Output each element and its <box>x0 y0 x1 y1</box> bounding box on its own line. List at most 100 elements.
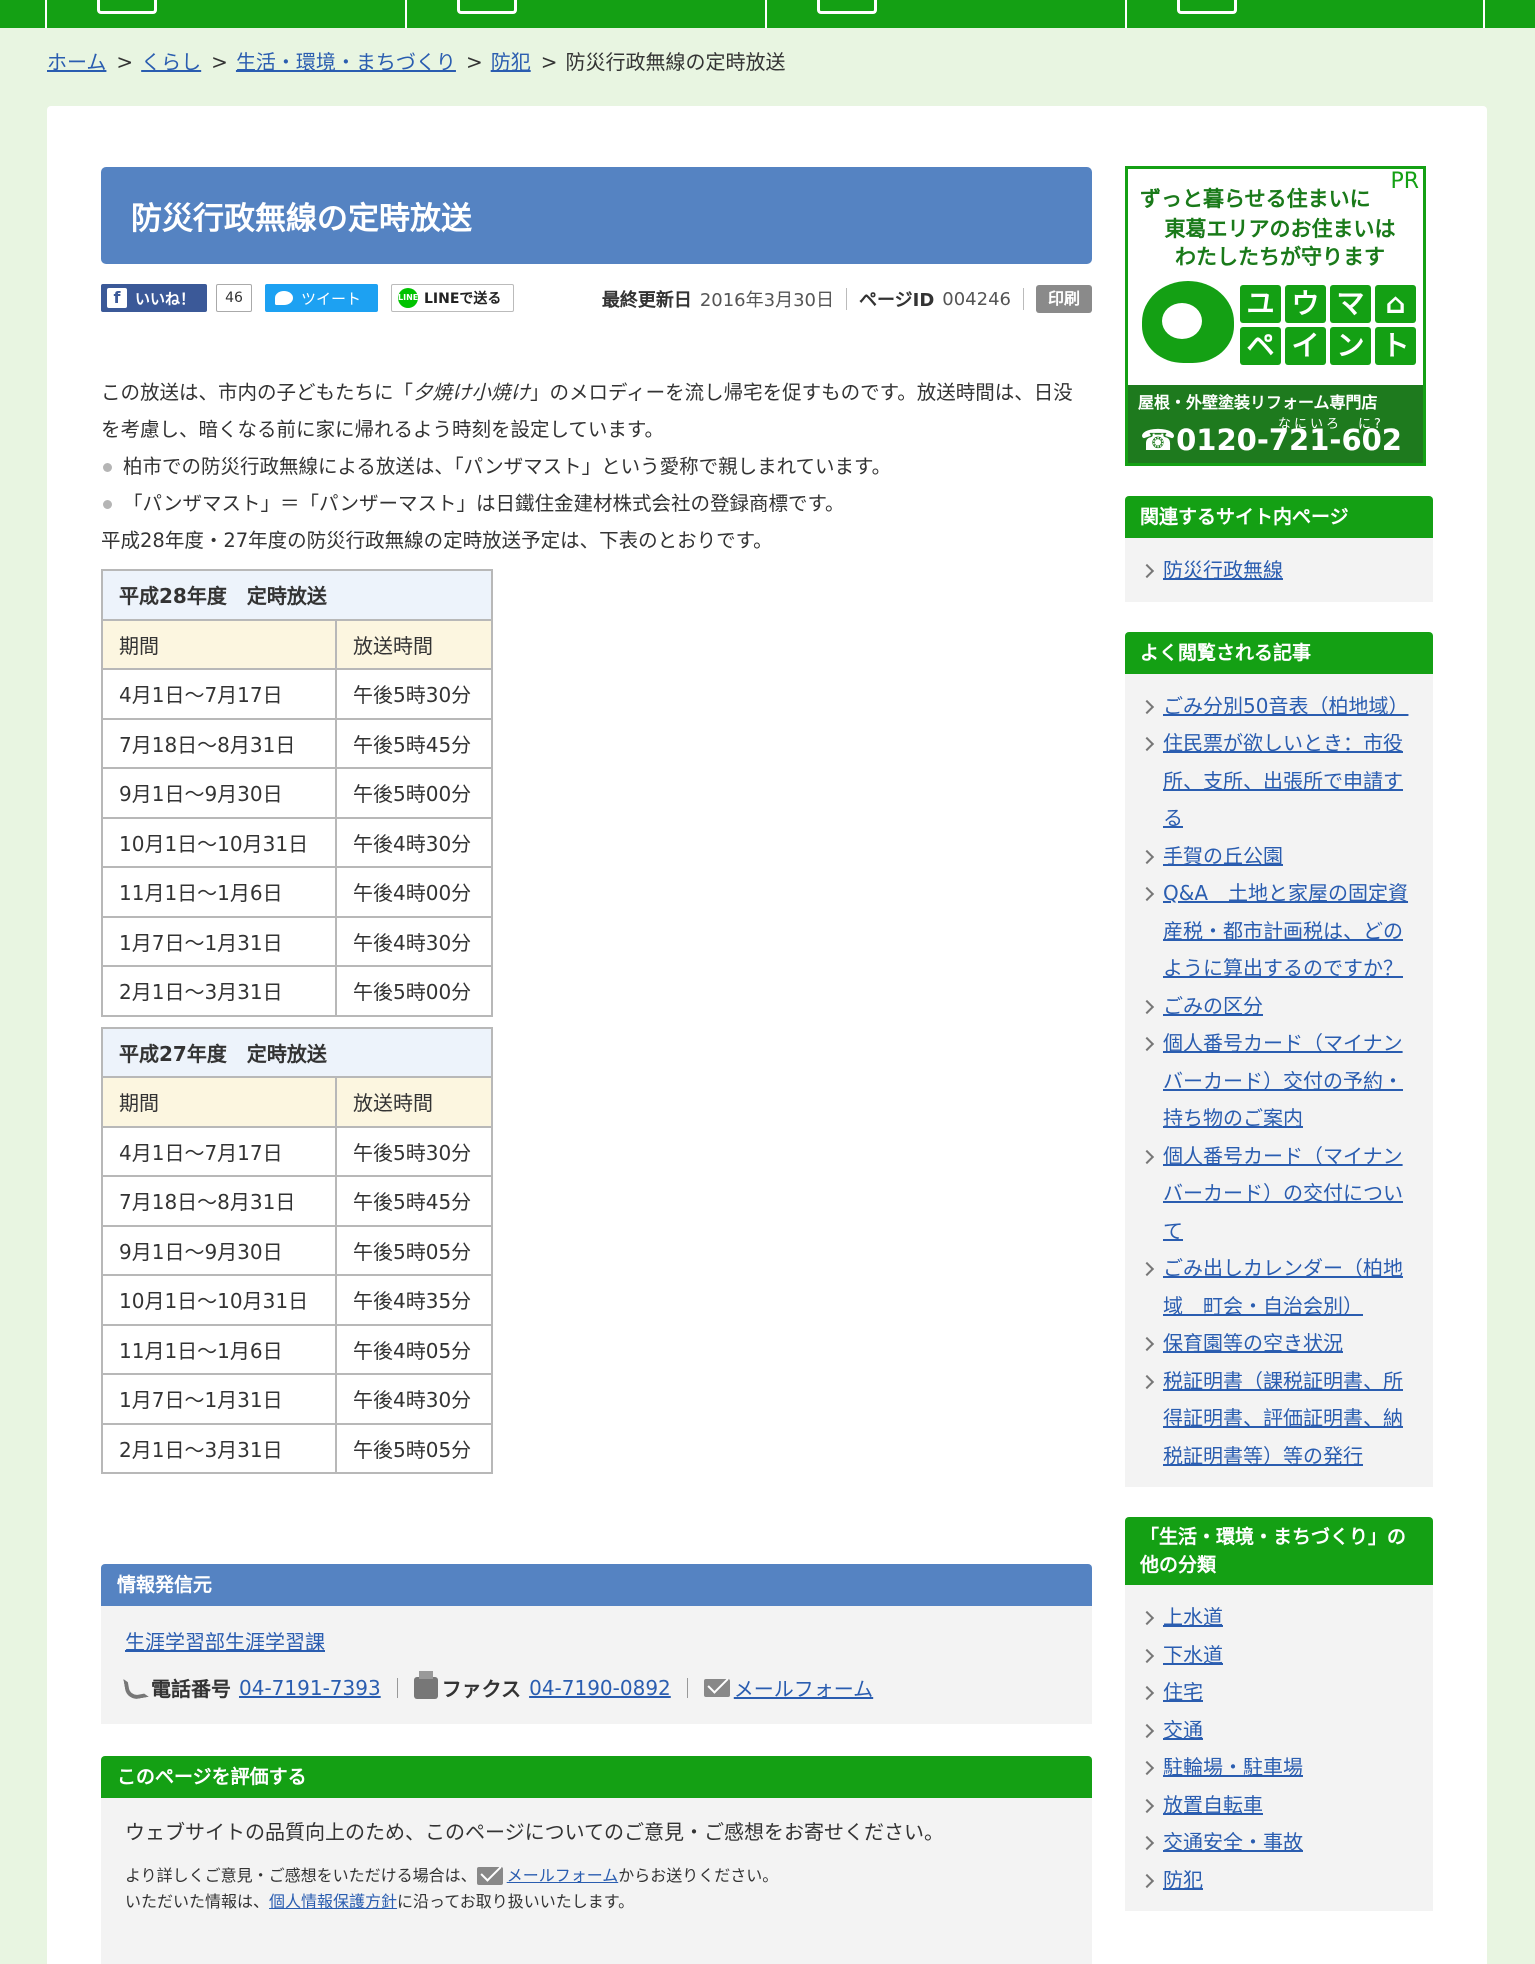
column-header-period: 期間 <box>101 1076 337 1128</box>
cell-time: 午後4時30分 <box>335 915 493 967</box>
breadcrumb-bouhan[interactable]: 防犯 <box>491 50 531 74</box>
list-item: 「パンザマスト」＝「パンザーマスト」は日鐵住金建材株式会社の登録商標です。 <box>101 485 1092 522</box>
popular-articles-list: ごみ分別50音表（柏地域） 住民票が欲しいとき：市役所、支所、出張所で申請する … <box>1125 673 1433 1487</box>
phone-icon <box>123 1674 149 1701</box>
category-link[interactable]: 駐輪場・駐車場 <box>1163 1755 1303 1779</box>
nav-cell-3[interactable] <box>765 0 1125 28</box>
popular-link[interactable]: 保育園等の空き状況 <box>1163 1331 1343 1355</box>
line-share-button[interactable]: LINE LINEで送る <box>391 284 514 312</box>
list-item: 住民票が欲しいとき：市役所、支所、出張所で申請する <box>1139 725 1419 838</box>
ad-subheadline-1: 東葛エリアのお住まいは <box>1164 217 1396 241</box>
cell-time: 午後5時45分 <box>335 1175 493 1227</box>
category-link[interactable]: 交通 <box>1163 1718 1203 1742</box>
nav-icon-3 <box>817 0 877 14</box>
evaluation-body: ウェブサイトの品質向上のため、このページについてのご意見・ご感想をお寄せください… <box>101 1798 1092 1964</box>
pageid-value: 004246 <box>942 288 1011 310</box>
ad-phone-number: ☎0120-721-602 <box>1140 423 1402 457</box>
contact-divider <box>686 1677 688 1698</box>
popular-articles-heading: よく閲覧される記事 <box>1125 631 1433 674</box>
cell-period: 7月18日～8月31日 <box>101 717 337 769</box>
list-item: 個人番号カード（マイナンバーカード）の交付について <box>1139 1138 1419 1251</box>
category-link[interactable]: 防犯 <box>1163 1868 1203 1892</box>
evaluation-heading: このページを評価する <box>101 1756 1092 1798</box>
popular-link[interactable]: 住民票が欲しいとき：市役所、支所、出張所で申請する <box>1163 731 1403 830</box>
cell-time: 午後5時45分 <box>335 717 493 769</box>
table-row: 7月18日～8月31日 午後5時45分 <box>101 717 493 769</box>
article-body: この放送は、市内の子どもたちに「夕焼け小焼け」のメロディーを流し帰宅を促すもので… <box>101 374 1092 559</box>
popular-link[interactable]: ごみ分別50音表（柏地域） <box>1163 694 1408 718</box>
mail-form-link[interactable]: メールフォーム <box>734 1673 873 1702</box>
page-meta: 最終更新日 2016年3月30日 ページID 004246 印刷 <box>602 284 1092 314</box>
line-share-label: LINEで送る <box>424 291 502 307</box>
breadcrumb-home[interactable]: ホーム <box>47 50 106 74</box>
contact-body: 生涯学習部生涯学習課 電話番号 04-7191-7393 ファクス 04-719… <box>101 1606 1092 1724</box>
breadcrumb-kurashi[interactable]: くらし <box>141 50 201 74</box>
phone-link[interactable]: 04-7191-7393 <box>239 1676 381 1700</box>
privacy-note: いただいた情報は、 個人情報保護方針 に沿ってお取り扱いいたします。 <box>125 1889 1068 1915</box>
popular-link[interactable]: 手賀の丘公園 <box>1163 844 1283 868</box>
list-item: ごみの区分 <box>1139 988 1419 1026</box>
share-row: f いいね！ 46 ツイート LINE LINEで送る 最終更新日 2016年3月30… <box>101 281 1092 315</box>
cell-time: 午後4時30分 <box>335 1373 493 1425</box>
brand-char: ン <box>1330 327 1371 365</box>
category-heading: 「生活・環境・まちづくり」の他の分類 <box>1125 1517 1433 1585</box>
cell-time: 午後5時05分 <box>335 1422 493 1474</box>
print-button[interactable]: 印刷 <box>1036 285 1092 313</box>
page-title: 防災行政無線の定時放送 <box>101 167 1092 264</box>
category-link[interactable]: 交通安全・事故 <box>1163 1830 1303 1854</box>
fax-link[interactable]: 04-7190-0892 <box>529 1676 671 1700</box>
fax-label: ファクス <box>441 1677 522 1701</box>
cell-period: 9月1日～9月30日 <box>101 767 337 819</box>
popular-link[interactable]: Q&A 土地と家屋の固定資産税・都市計画税は、どのように算出するのですか？ <box>1163 881 1408 980</box>
category-link[interactable]: 上水道 <box>1163 1605 1223 1629</box>
popular-link[interactable]: 個人番号カード（マイナンバーカード）交付の予約・持ち物のご案内 <box>1163 1031 1403 1130</box>
advertisement-banner[interactable]: PR ずっと暮らせる住まいに 東葛エリアのお住まいは わたしたちが守ります ユ ウ… <box>1125 166 1426 466</box>
note-text-a: より詳しくご意見・ご感想をいただける場合は、 <box>125 1866 477 1885</box>
breadcrumb: ホーム > くらし > 生活・環境・まちづくり > 防犯 > 防災行政無線の定時放送 <box>47 46 785 75</box>
cell-period: 7月18日～8月31日 <box>101 1175 337 1227</box>
list-item: 下水道 <box>1139 1637 1419 1675</box>
house-icon: ⌂ <box>1375 285 1416 323</box>
popular-articles-box: よく閲覧される記事 ごみ分別50音表（柏地域） 住民票が欲しいとき：市役所、支所… <box>1125 631 1433 1487</box>
facebook-like-button[interactable]: f いいね！ <box>101 284 207 312</box>
related-link[interactable]: 防災行政無線 <box>1163 558 1283 582</box>
brand-char: イ <box>1285 327 1326 365</box>
department-link[interactable]: 生涯学習部生涯学習課 <box>125 1626 1068 1655</box>
privacy-text-a: いただいた情報は、 <box>125 1892 270 1911</box>
category-link[interactable]: 下水道 <box>1163 1643 1223 1667</box>
breadcrumb-sep: > <box>540 50 558 74</box>
tweet-button[interactable]: ツイート <box>265 284 378 312</box>
popular-link[interactable]: 個人番号カード（マイナンバーカード）の交付について <box>1163 1144 1403 1243</box>
cell-period: 9月1日～9月30日 <box>101 1224 337 1276</box>
table-row: 2月1日～3月31日 午後5時00分 <box>101 965 493 1017</box>
list-item: 防災行政無線 <box>1139 552 1419 590</box>
nav-cell-4[interactable] <box>1125 0 1485 28</box>
mail-icon <box>703 1678 730 1697</box>
contact-heading: 情報発信元 <box>101 1564 1092 1606</box>
nav-cell-2[interactable] <box>405 0 765 28</box>
popular-link[interactable]: 税証明書（課税証明書、所得証明書、評価証明書、納税証明書等）等の発行 <box>1163 1369 1403 1468</box>
evaluation-mail-link[interactable]: メールフォーム <box>507 1863 619 1889</box>
privacy-policy-link[interactable]: 個人情報保護方針 <box>269 1889 397 1915</box>
nav-cell-1[interactable] <box>45 0 405 28</box>
cell-time: 午後4時00分 <box>335 866 493 918</box>
category-link[interactable]: 住宅 <box>1163 1680 1203 1704</box>
table-row: 1月7日～1月31日 午後4時30分 <box>101 915 493 967</box>
brand-char: ウ <box>1285 285 1326 323</box>
schedule-table-h27: 平成27年度 定時放送 期間 放送時間 4月1日～7月17日 午後5時30分 7月1… <box>101 1026 493 1475</box>
table-row: 10月1日～10月31日 午後4時30分 <box>101 816 493 868</box>
main-content: 防災行政無線の定時放送 f いいね！ 46 ツイート LINE LINEで送る 最終… <box>101 167 1092 1964</box>
breadcrumb-seikatsu[interactable]: 生活・環境・まちづくり <box>236 50 456 74</box>
sidebar: PR ずっと暮らせる住まいに 東葛エリアのお住まいは わたしたちが守ります ユ ウ… <box>1125 166 1433 1911</box>
brand-char: ペ <box>1240 327 1281 365</box>
popular-link[interactable]: ごみの区分 <box>1163 994 1263 1018</box>
list-item: 手賀の丘公園 <box>1139 838 1419 876</box>
cell-time: 午後5時30分 <box>335 668 493 720</box>
popular-link[interactable]: ごみ出しカレンダー（柏地域 町会・自治会別） <box>1163 1256 1403 1318</box>
table-intro: 平成28年度・27年度の防災行政無線の定時放送予定は、下表のとおりです。 <box>101 529 773 552</box>
ad-tagline: 屋根・外壁塗装リフォーム専門店 <box>1138 393 1378 412</box>
brand-char: ト <box>1375 327 1416 365</box>
list-item: 個人番号カード（マイナンバーカード）交付の予約・持ち物のご案内 <box>1139 1025 1419 1138</box>
cell-period: 10月1日～10月31日 <box>101 816 337 868</box>
category-link[interactable]: 放置自転車 <box>1163 1793 1263 1817</box>
